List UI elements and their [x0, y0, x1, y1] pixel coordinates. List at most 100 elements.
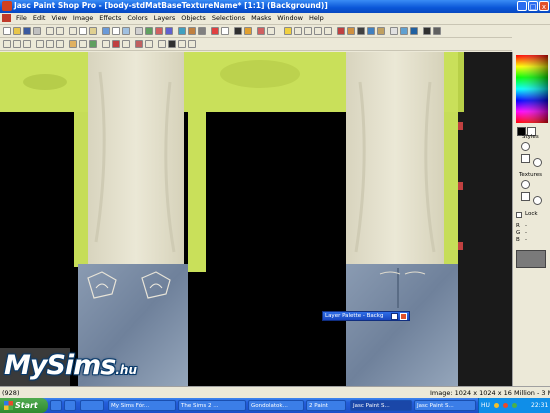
menu-colors[interactable]: Colors: [124, 13, 150, 24]
tool-icon[interactable]: [221, 27, 229, 35]
menu-file[interactable]: File: [13, 13, 30, 24]
menu-view[interactable]: View: [48, 13, 69, 24]
document-icon[interactable]: [2, 14, 11, 22]
tool-icon[interactable]: [165, 27, 173, 35]
menu-selections[interactable]: Selections: [209, 13, 248, 24]
tool-icon[interactable]: [304, 27, 312, 35]
tool-icon[interactable]: [367, 27, 375, 35]
tool-icon[interactable]: [423, 27, 431, 35]
close-button[interactable]: x: [539, 1, 549, 11]
shape-icon[interactable]: [188, 40, 196, 48]
palette-close-icon[interactable]: [400, 313, 407, 320]
tool-icon[interactable]: [294, 27, 302, 35]
color-picker-spectrum[interactable]: [516, 55, 548, 123]
tool-icon[interactable]: [390, 27, 398, 35]
magic-wand-icon[interactable]: [56, 40, 64, 48]
tray-icon[interactable]: [493, 403, 499, 408]
tool-icon[interactable]: [410, 27, 418, 35]
start-button[interactable]: Start: [0, 398, 48, 413]
taskbar-item-active[interactable]: Jasc Paint S...: [350, 400, 412, 411]
taskbar-item[interactable]: Jasc Paint S...: [414, 400, 476, 411]
tray-icon[interactable]: [511, 403, 517, 408]
cut-icon[interactable]: [69, 27, 77, 35]
layer-palette-window[interactable]: Layer Palette - Backg: [322, 311, 410, 321]
tool-icon[interactable]: [337, 27, 345, 35]
clone-icon[interactable]: [89, 40, 97, 48]
undo-icon[interactable]: [46, 27, 54, 35]
quicklaunch-icon[interactable]: [80, 400, 104, 411]
tool-icon[interactable]: [178, 27, 186, 35]
tool-icon[interactable]: [267, 27, 275, 35]
tool-icon[interactable]: [135, 27, 143, 35]
tool-icon[interactable]: [357, 27, 365, 35]
menu-edit[interactable]: Edit: [30, 13, 49, 24]
texture-null-icon[interactable]: [533, 196, 542, 205]
menu-help[interactable]: Help: [306, 13, 327, 24]
tool-icon[interactable]: [324, 27, 332, 35]
menu-masks[interactable]: Masks: [248, 13, 274, 24]
brush-icon[interactable]: [102, 40, 110, 48]
tool-icon[interactable]: [377, 27, 385, 35]
tool-icon[interactable]: [400, 27, 408, 35]
taskbar-item[interactable]: Gondolatok...: [248, 400, 304, 411]
tool-icon[interactable]: [198, 27, 206, 35]
tool-icon[interactable]: [145, 27, 153, 35]
tool-icon[interactable]: [433, 27, 441, 35]
paste-icon[interactable]: [89, 27, 97, 35]
eraser-icon[interactable]: [135, 40, 143, 48]
style-null-icon[interactable]: [533, 158, 542, 167]
swap-colors-icon[interactable]: [521, 154, 530, 163]
eraser-icon[interactable]: [145, 40, 153, 48]
tool-icon[interactable]: [155, 27, 163, 35]
menu-objects[interactable]: Objects: [178, 13, 209, 24]
shape-icon[interactable]: [178, 40, 186, 48]
tool-icon[interactable]: [257, 27, 265, 35]
select-icon[interactable]: [3, 40, 11, 48]
tool-icon[interactable]: [284, 27, 292, 35]
browse-icon[interactable]: [102, 27, 110, 35]
quicklaunch-icon[interactable]: [50, 400, 62, 411]
select-icon[interactable]: [36, 40, 44, 48]
tray-icon[interactable]: [502, 403, 508, 408]
app-icon[interactable]: [2, 1, 12, 11]
crop-icon[interactable]: [23, 40, 31, 48]
dropper-icon[interactable]: [69, 40, 77, 48]
print-icon[interactable]: [33, 27, 41, 35]
tool-icon[interactable]: [347, 27, 355, 35]
brush-icon[interactable]: [112, 40, 120, 48]
fill-icon[interactable]: [158, 40, 166, 48]
tool-icon[interactable]: [314, 27, 322, 35]
new-icon[interactable]: [3, 27, 11, 35]
palette-pin-icon[interactable]: [391, 313, 398, 320]
menu-window[interactable]: Window: [274, 13, 306, 24]
clock[interactable]: 22:31: [531, 398, 548, 413]
copy-icon[interactable]: [79, 27, 87, 35]
image-canvas[interactable]: [0, 52, 512, 386]
style-null-icon[interactable]: [521, 142, 530, 151]
save-icon[interactable]: [23, 27, 31, 35]
texture-null-icon[interactable]: [521, 180, 530, 189]
taskbar-item[interactable]: My Sims Fór...: [108, 400, 176, 411]
quicklaunch-icon[interactable]: [64, 400, 76, 411]
open-icon[interactable]: [13, 27, 21, 35]
tool-icon[interactable]: [188, 27, 196, 35]
minimize-button[interactable]: _: [517, 1, 527, 11]
tool-icon[interactable]: [234, 27, 242, 35]
color-preview-icon[interactable]: [516, 250, 546, 268]
text-icon[interactable]: [168, 40, 176, 48]
taskbar-item[interactable]: The Sims 2 ...: [178, 400, 246, 411]
maximize-button[interactable]: □: [528, 1, 538, 11]
lasso-icon[interactable]: [46, 40, 54, 48]
taskbar-item[interactable]: 2 Paint: [306, 400, 346, 411]
lock-checkbox[interactable]: [516, 212, 522, 218]
zoom-icon[interactable]: [112, 27, 120, 35]
brush-icon[interactable]: [79, 40, 87, 48]
language-indicator[interactable]: HU: [481, 402, 490, 409]
brush-icon[interactable]: [122, 40, 130, 48]
tool-icon[interactable]: [211, 27, 219, 35]
swap-textures-icon[interactable]: [521, 192, 530, 201]
tool-icon[interactable]: [244, 27, 252, 35]
menu-effects[interactable]: Effects: [96, 13, 124, 24]
menu-layers[interactable]: Layers: [151, 13, 179, 24]
redo-icon[interactable]: [56, 27, 64, 35]
